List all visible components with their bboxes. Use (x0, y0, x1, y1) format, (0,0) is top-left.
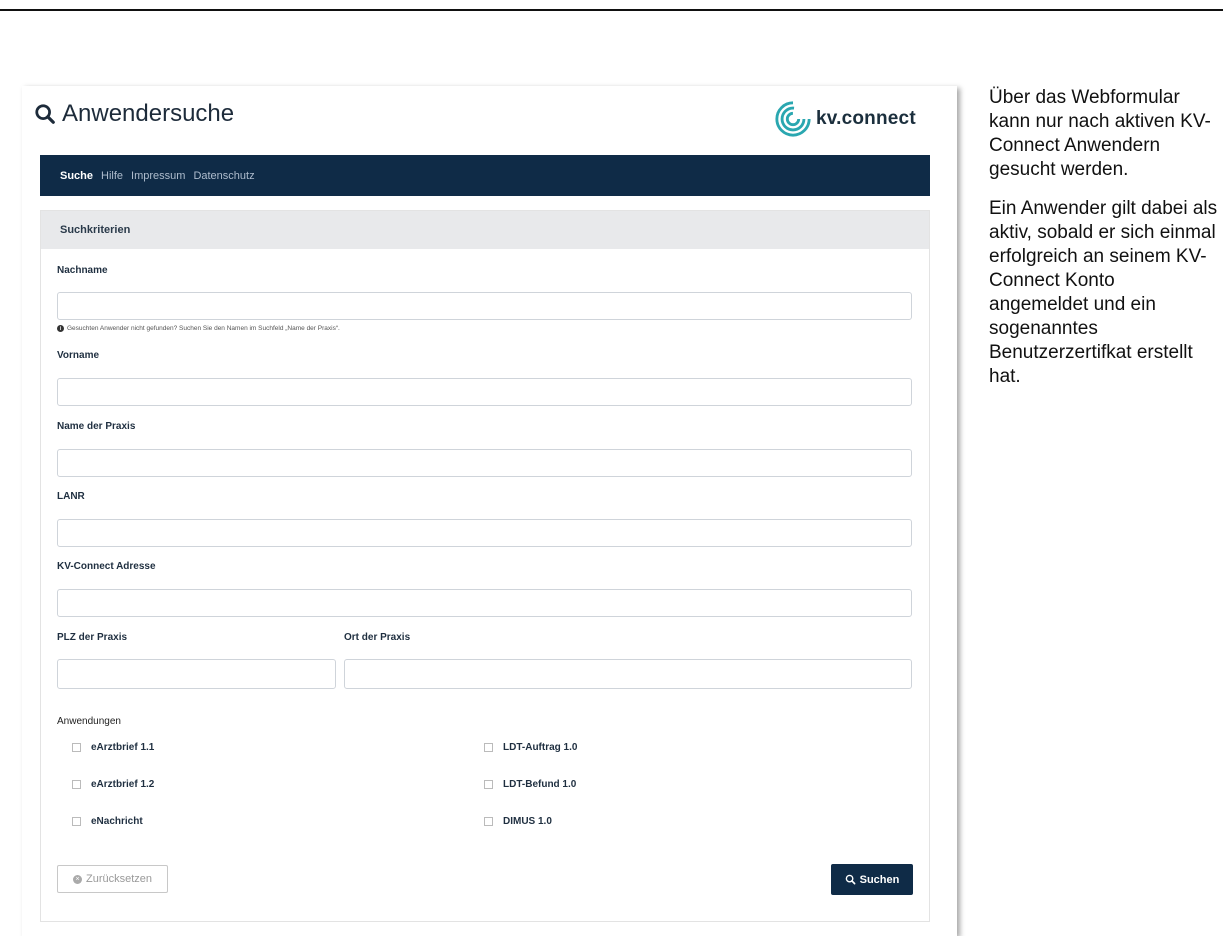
checkbox-icon[interactable] (484, 817, 493, 826)
checkbox-label: eNachricht (91, 816, 143, 827)
checkbox-ldt-befund[interactable]: LDT-Befund 1.0 (484, 779, 576, 790)
plz-input[interactable] (57, 659, 336, 689)
checkbox-icon[interactable] (484, 780, 493, 789)
checkbox-earztbrief-12[interactable]: eArztbrief 1.2 (72, 779, 154, 790)
checkbox-label: eArztbrief 1.1 (91, 742, 155, 753)
search-button-label: Suchen (859, 873, 900, 886)
checkbox-earztbrief-11[interactable]: eArztbrief 1.1 (72, 742, 154, 753)
nav-item-hilfe[interactable]: Hilfe (101, 170, 123, 182)
nachname-input[interactable] (57, 292, 912, 320)
plz-label: PLZ der Praxis (57, 632, 128, 643)
checkbox-icon[interactable] (484, 743, 493, 752)
checkbox-icon[interactable] (72, 817, 81, 826)
search-icon (845, 874, 856, 885)
checkbox-dimus[interactable]: DIMUS 1.0 (484, 816, 552, 827)
vorname-input[interactable] (57, 378, 912, 406)
checkbox-ldt-auftrag[interactable]: LDT-Auftrag 1.0 (484, 742, 577, 753)
lanr-label: LANR (57, 491, 85, 502)
checkbox-label: eArztbrief 1.2 (91, 779, 155, 790)
side-paragraph-1: Über das Webformular kann nur nach aktiv… (989, 87, 1211, 180)
anwendungen-label: Anwendungen (57, 716, 121, 727)
nachname-label: Nachname (57, 265, 108, 276)
info-icon: i (57, 325, 64, 332)
checkbox-icon[interactable] (72, 743, 81, 752)
page-title: Anwendersuche (62, 100, 235, 127)
ort-input[interactable] (344, 659, 912, 689)
adresse-input[interactable] (57, 589, 912, 617)
praxis-input[interactable] (57, 449, 912, 477)
adresse-label: KV-Connect Adresse (57, 561, 156, 572)
search-icon (35, 104, 55, 124)
reset-button-label: Zurücksetzen (85, 873, 153, 885)
ort-label: Ort der Praxis (344, 632, 411, 643)
vorname-label: Vorname (57, 350, 100, 361)
main-navbar: Suche Hilfe Impressum Datenschutz (40, 155, 930, 196)
nachname-hint: i Gesuchten Anwender nicht gefunden? Suc… (57, 325, 340, 332)
nav-item-datenschutz[interactable]: Datenschutz (193, 170, 254, 182)
checkbox-icon[interactable] (72, 780, 81, 789)
checkbox-label: LDT-Auftrag 1.0 (503, 742, 578, 753)
lanr-input[interactable] (57, 519, 912, 547)
search-button[interactable]: Suchen (831, 864, 913, 895)
side-explanation: Über das Webformular kann nur nach aktiv… (989, 86, 1219, 404)
top-rule (0, 9, 1223, 11)
nav-item-impressum[interactable]: Impressum (131, 170, 185, 182)
logo-text: kv.connect (816, 108, 916, 129)
checkbox-label: LDT-Befund 1.0 (503, 779, 577, 790)
checkbox-enachricht[interactable]: eNachricht (72, 816, 143, 827)
side-paragraph-2: Ein Anwender gilt dabei als aktiv, sobal… (989, 198, 1218, 387)
kv-connect-logo: kv.connect (774, 100, 916, 138)
reset-button[interactable]: × Zurücksetzen (57, 865, 168, 893)
page-header: Anwendersuche (34, 100, 234, 128)
hint-text: Gesuchten Anwender nicht gefunden? Suche… (67, 325, 340, 332)
checkbox-label: DIMUS 1.0 (503, 816, 552, 827)
praxis-label: Name der Praxis (57, 421, 136, 432)
card-header: Suchkriterien (41, 211, 929, 249)
kv-connect-logo-icon (775, 101, 811, 137)
reset-icon: × (72, 874, 82, 884)
nav-item-suche[interactable]: Suche (60, 170, 93, 182)
